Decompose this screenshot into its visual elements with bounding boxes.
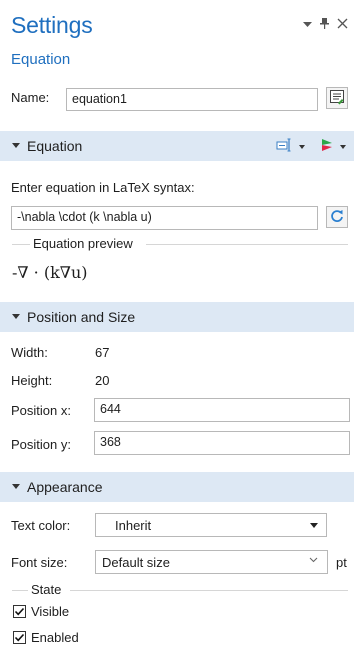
color-flag-dropdown-icon[interactable]	[340, 144, 346, 149]
name-input[interactable]: equation1	[66, 88, 318, 111]
font-size-value: Default size	[102, 554, 170, 570]
state-group-line-right	[70, 590, 348, 591]
dropdown-arrow-icon	[310, 523, 318, 528]
preview-group-line-left	[12, 244, 30, 245]
latex-label-row: Enter equation in LaTeX syntax:	[11, 180, 195, 195]
color-flag-icon[interactable]	[321, 138, 333, 155]
visible-checkbox-row[interactable]: Visible	[13, 604, 69, 619]
equation-section-title: Equation	[27, 138, 83, 154]
height-value: 20	[95, 373, 110, 388]
collapse-caret-icon	[12, 143, 20, 148]
visible-checkbox[interactable]	[13, 605, 26, 618]
refresh-button[interactable]	[326, 206, 348, 228]
name-label: Name:	[11, 90, 50, 105]
width-value: 67	[95, 345, 110, 360]
chevron-down-icon	[309, 554, 318, 566]
window-title: Settings	[11, 12, 93, 38]
refresh-icon	[330, 209, 344, 226]
position-section-title: Position and Size	[27, 309, 136, 325]
text-color-label: Text color:	[11, 518, 71, 533]
font-size-combo[interactable]: Default size	[95, 550, 328, 574]
state-group-label: State	[28, 582, 65, 597]
text-color-select[interactable]: Inherit	[95, 513, 327, 537]
window-menu-dropdown-icon[interactable]	[303, 18, 312, 30]
width-label: Width:	[11, 345, 48, 360]
position-y-label: Position y:	[11, 437, 71, 452]
name-row: Name:	[11, 90, 49, 105]
close-icon[interactable]	[337, 18, 348, 31]
position-x-input[interactable]: 644	[94, 398, 350, 422]
visible-label: Visible	[31, 604, 70, 619]
equation-preview: -∇ · (k∇u)	[12, 263, 88, 282]
position-y-input[interactable]: 368	[94, 431, 350, 455]
title-bar: Settings	[0, 0, 354, 44]
latex-label: Enter equation in LaTeX syntax:	[11, 180, 195, 195]
appearance-section-header[interactable]: Appearance	[0, 472, 354, 502]
text-color-value: Inherit	[115, 517, 152, 533]
enabled-label: Enabled	[31, 630, 79, 645]
latex-input[interactable]: -\nabla \cdot (k \nabla u)	[11, 206, 318, 230]
preview-group-line-right	[146, 244, 348, 245]
enabled-checkbox-row[interactable]: Enabled	[13, 630, 79, 645]
window-subtitle: Equation	[11, 51, 71, 68]
name-edit-button[interactable]	[326, 87, 348, 109]
position-x-label: Position x:	[11, 403, 71, 418]
font-size-unit: pt	[336, 555, 347, 570]
appearance-section-title: Appearance	[27, 479, 103, 495]
equation-section-header[interactable]: Equation	[0, 131, 354, 161]
collapse-caret-icon	[12, 314, 20, 319]
position-section-header[interactable]: Position and Size	[0, 302, 354, 332]
enabled-checkbox[interactable]	[13, 631, 26, 644]
equation-builder-dropdown-icon[interactable]	[299, 144, 305, 149]
equation-toolbar	[276, 138, 346, 155]
edit-text-icon	[329, 89, 345, 108]
pin-icon[interactable]	[320, 17, 329, 31]
equation-builder-icon[interactable]	[276, 138, 292, 155]
font-size-label: Font size:	[11, 555, 68, 570]
collapse-caret-icon	[12, 484, 20, 489]
state-group-line-left	[12, 590, 28, 591]
equation-preview-label: Equation preview	[30, 236, 136, 251]
window-controls	[303, 17, 348, 31]
height-label: Height:	[11, 373, 53, 388]
